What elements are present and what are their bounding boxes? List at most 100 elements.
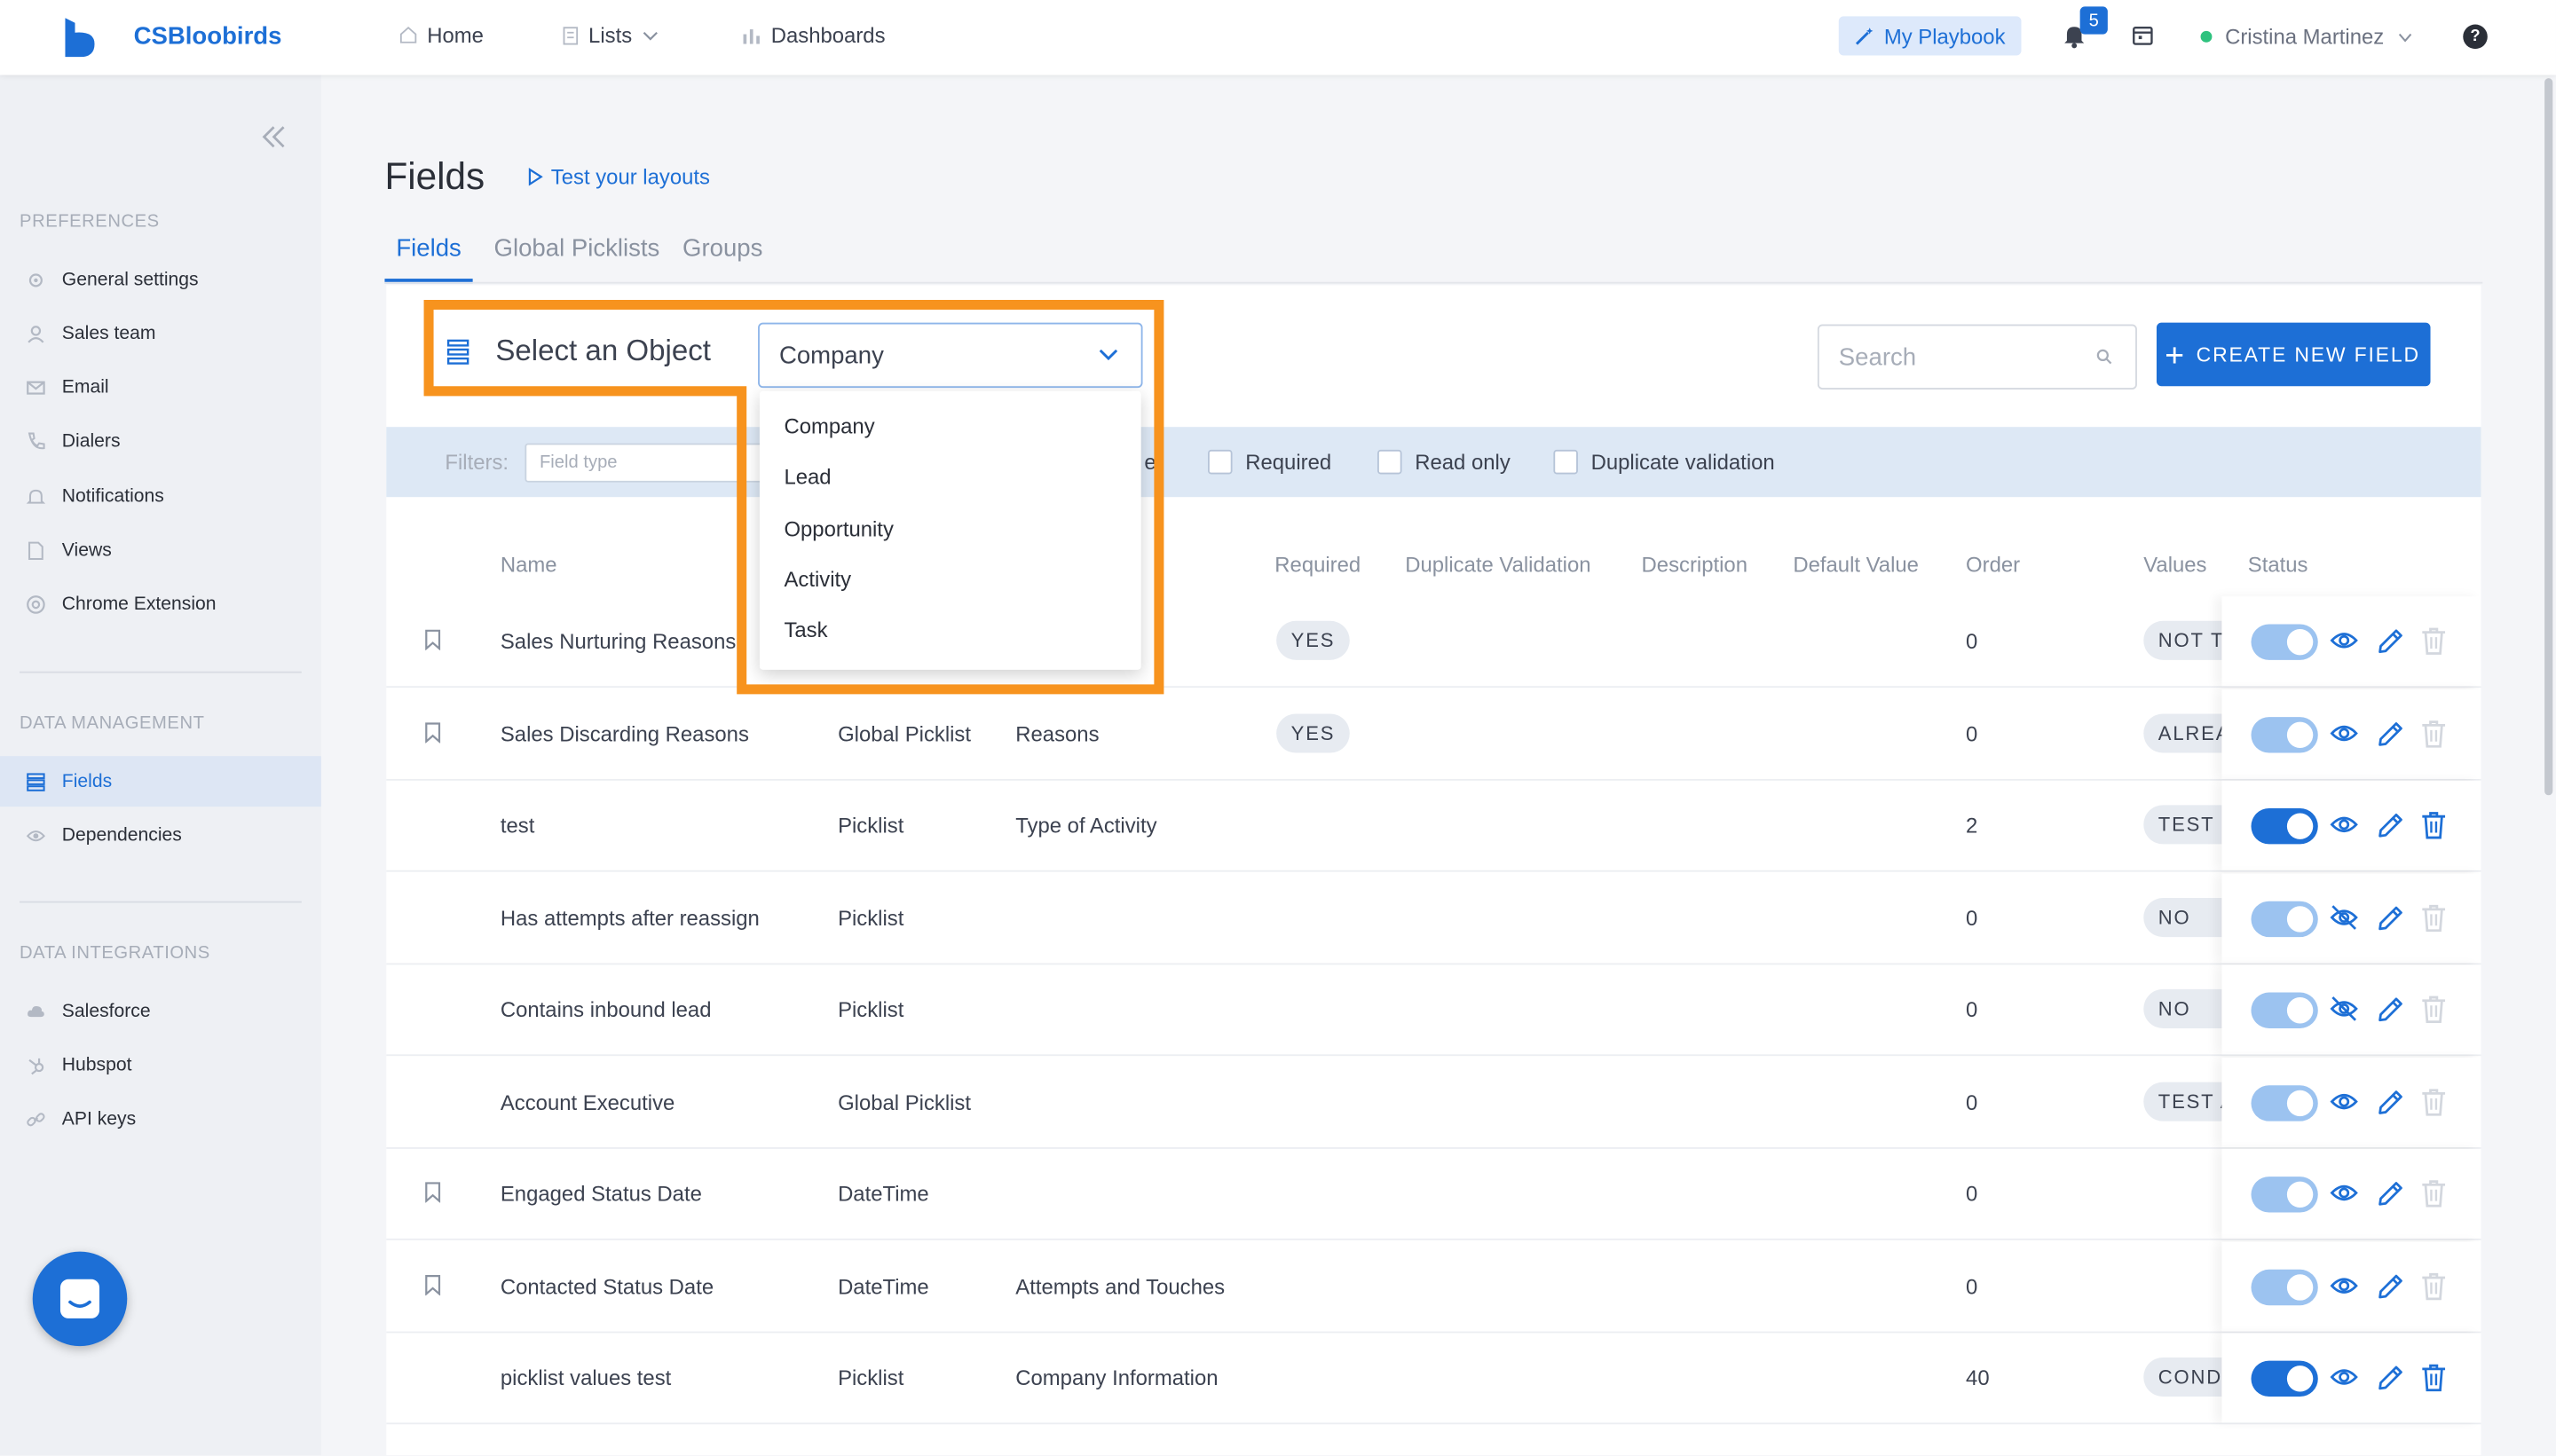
eye-off-icon[interactable] (2330, 993, 2359, 1026)
checkbox-box[interactable] (1553, 449, 1578, 475)
status-toggle[interactable] (2251, 900, 2318, 937)
column-header-required[interactable]: Required (1274, 553, 1361, 578)
tab-global-picklists[interactable]: Global Picklists (483, 234, 672, 283)
eye-icon[interactable] (2330, 624, 2359, 657)
sidebar-item-dependencies[interactable]: Dependencies (0, 810, 321, 861)
status-toggle[interactable] (2251, 716, 2318, 752)
dropdown-option-company[interactable]: Company (784, 414, 874, 439)
test-layouts-link[interactable]: Test your layouts (528, 165, 710, 189)
status-toggle[interactable] (2251, 992, 2318, 1028)
sidebar-item-notifications[interactable]: Notifications (0, 471, 321, 522)
table-row[interactable]: Sales Discarding Reasons Global Picklist R… (386, 689, 2481, 780)
dropdown-option-lead[interactable]: Lead (784, 464, 831, 489)
bookmark-icon[interactable] (424, 721, 442, 743)
column-header-status[interactable]: Status (2248, 553, 2308, 578)
sidebar-item-general-settings[interactable]: General settings (0, 255, 321, 305)
table-row[interactable]: Account Executive Global Picklist 0 TEST A (386, 1057, 2481, 1148)
status-toggle[interactable] (2251, 1177, 2318, 1213)
table-row[interactable]: Has attempts after reassign Picklist 0 NO (386, 872, 2481, 964)
eye-icon[interactable] (2330, 808, 2359, 841)
required-badge: YES (1276, 620, 1350, 660)
checkbox-box[interactable] (1377, 449, 1402, 475)
column-header-duplicate-validation[interactable]: Duplicate Validation (1405, 553, 1590, 578)
edit-pencil-icon[interactable] (2375, 993, 2404, 1026)
edit-pencil-icon[interactable] (2375, 624, 2404, 657)
edit-pencil-icon[interactable] (2375, 1177, 2404, 1209)
sidebar-item-hubspot[interactable]: Hubspot (0, 1040, 321, 1090)
page-scrollbar[interactable] (2544, 78, 2553, 796)
sidebar-item-email[interactable]: Email (0, 363, 321, 413)
edit-pencil-icon[interactable] (2375, 1269, 2404, 1302)
sidebar-item-views[interactable]: Views (0, 525, 321, 576)
status-toggle[interactable] (2251, 1268, 2318, 1305)
filter-required-checkbox[interactable]: Required (1207, 449, 1331, 475)
eye-icon[interactable] (2330, 1084, 2359, 1117)
edit-pencil-icon[interactable] (2375, 901, 2404, 933)
checkbox-box[interactable] (1207, 449, 1233, 475)
eye-off-icon[interactable] (2330, 901, 2359, 933)
edit-pencil-icon[interactable] (2375, 808, 2404, 841)
table-row[interactable]: Contacted Status Date DateTime Attempts an… (386, 1240, 2481, 1333)
eye-icon[interactable] (2330, 1361, 2359, 1394)
status-toggle[interactable] (2251, 808, 2318, 845)
field-type-filter-input[interactable]: Field type (525, 443, 767, 483)
column-header-order[interactable]: Order (1966, 553, 2020, 578)
sidebar-item-fields[interactable]: Fields (0, 756, 321, 807)
filter-read-only-checkbox[interactable]: Read only (1377, 449, 1511, 475)
page-title: Fields (384, 154, 485, 198)
search-field[interactable] (1817, 324, 2137, 390)
tab-fields[interactable]: Fields (384, 234, 473, 284)
search-input[interactable] (1838, 342, 2084, 371)
column-header-values[interactable]: Values (2143, 553, 2206, 578)
bell-icon (26, 487, 46, 507)
calendar-icon[interactable] (2132, 25, 2153, 46)
delete-trash-icon[interactable] (2419, 808, 2449, 841)
bookmark-icon[interactable] (424, 629, 442, 650)
sidebar-item-salesforce[interactable]: Salesforce (0, 986, 321, 1036)
bookmark-icon[interactable] (424, 1182, 442, 1203)
column-header-default-value[interactable]: Default Value (1793, 553, 1919, 578)
user-menu[interactable]: Cristina Martinez (2200, 25, 2412, 49)
sidebar-item-chrome-extension[interactable]: Chrome Extension (0, 579, 321, 630)
table-row[interactable]: Contains inbound lead Picklist 0 NO (386, 964, 2481, 1057)
table-row[interactable]: test Picklist Type of Activity 2 TEST (386, 780, 2481, 872)
dropdown-option-task[interactable]: Task (784, 618, 827, 642)
my-playbook-button[interactable]: My Playbook (1838, 16, 2022, 56)
help-icon[interactable]: ? (2463, 24, 2488, 50)
create-new-field-button[interactable]: CREATE NEW FIELD (2156, 322, 2431, 387)
table-row[interactable]: Engaged Status Date DateTime 0 (386, 1148, 2481, 1240)
object-select[interactable]: Company (758, 322, 1143, 389)
edit-pencil-icon[interactable] (2375, 1084, 2404, 1117)
eye-icon[interactable] (2330, 1177, 2359, 1209)
eye-icon[interactable] (2330, 716, 2359, 749)
table-row[interactable]: picklist values test Picklist Company Info… (386, 1333, 2481, 1425)
nav-dashboards[interactable]: Dashboards (742, 23, 886, 47)
edit-pencil-icon[interactable] (2375, 716, 2404, 749)
sidebar-item-dialers[interactable]: Dialers (0, 417, 321, 468)
dropdown-option-opportunity[interactable]: Opportunity (784, 516, 893, 541)
chat-launcher-button[interactable] (32, 1251, 128, 1347)
nav-lists[interactable]: Lists (563, 23, 659, 47)
filter-duplicate-validation-checkbox[interactable]: Duplicate validation (1553, 449, 1775, 475)
delete-trash-icon[interactable] (2419, 1361, 2449, 1394)
column-header-description[interactable]: Description (1642, 553, 1747, 578)
dropdown-option-activity[interactable]: Activity (784, 567, 851, 592)
status-toggle[interactable] (2251, 1360, 2318, 1397)
brand-name[interactable]: CSBloobirds (134, 23, 282, 51)
nav-home[interactable]: Home (399, 23, 484, 47)
status-toggle[interactable] (2251, 624, 2318, 660)
sidebar-item-api-keys[interactable]: API keys (0, 1095, 321, 1145)
collapse-sidebar-icon[interactable] (261, 124, 287, 150)
eye-icon[interactable] (2330, 1269, 2359, 1302)
sidebar-item-sales-team[interactable]: Sales team (0, 309, 321, 359)
field-type-cell: Picklist (838, 997, 904, 1022)
tab-groups[interactable]: Groups (671, 234, 774, 283)
bookmark-icon[interactable] (424, 1273, 442, 1295)
table-row[interactable]: Sales Nurturing Reasons YES 0 NOT TOUCHED (386, 596, 2481, 689)
status-toggle[interactable] (2251, 1084, 2318, 1121)
bloobirds-logo-icon[interactable] (62, 18, 98, 58)
column-header-name[interactable]: Name (501, 553, 557, 578)
edit-pencil-icon[interactable] (2375, 1361, 2404, 1394)
delete-trash-icon (2419, 1084, 2449, 1117)
status-actions (2221, 780, 2481, 870)
